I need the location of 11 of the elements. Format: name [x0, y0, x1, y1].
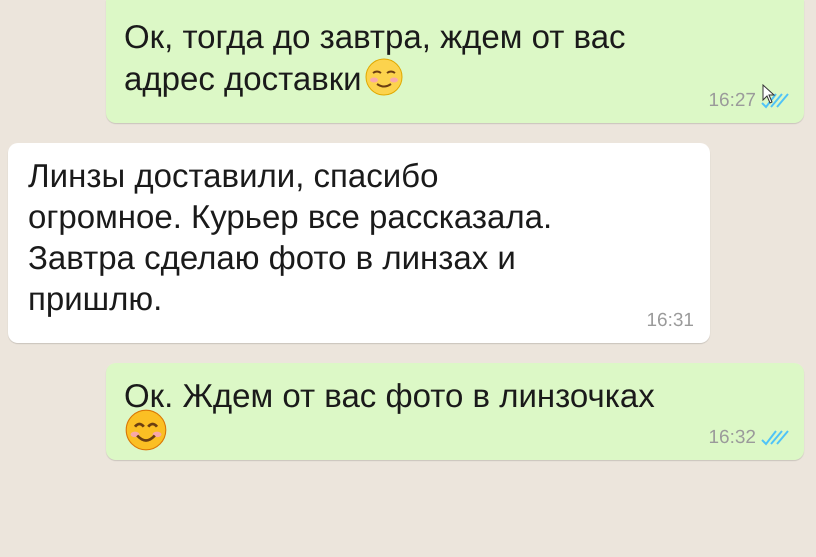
message-text: огромное. Курьер все рассказала. [28, 197, 552, 237]
message-time: 16:32 [708, 426, 756, 450]
message-text: Завтра сделаю фото в линзах и [28, 238, 516, 278]
message-text: Линзы доставили, спасибо [28, 156, 438, 196]
message-text: Ок, тогда до завтра, ждем от вас [124, 17, 626, 57]
message-time: 16:31 [646, 308, 694, 333]
cursor-icon [762, 84, 776, 104]
message-time: 16:27 [708, 88, 756, 113]
message-text: пришлю. [28, 279, 162, 319]
message-text: Ок. Ждем от вас фото в линзочках [124, 376, 655, 416]
message-text: адрес доставки [124, 59, 362, 99]
